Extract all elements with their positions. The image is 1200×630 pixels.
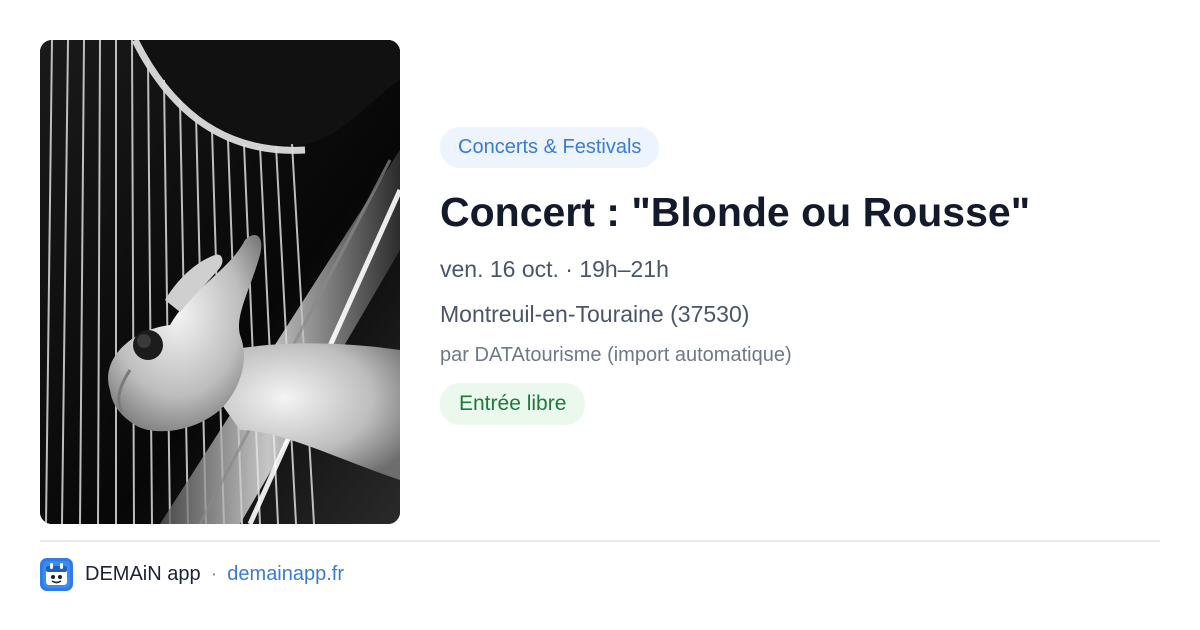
event-title: Concert : "Blonde ou Rousse" bbox=[440, 189, 1031, 235]
app-website-link[interactable]: demainapp.fr bbox=[227, 563, 344, 586]
footer: DEMAiN app · demainapp.fr bbox=[40, 558, 344, 591]
event-photo bbox=[40, 40, 400, 524]
footer-separator: · bbox=[210, 563, 218, 585]
category-badge[interactable]: Concerts & Festivals bbox=[440, 127, 660, 168]
event-datetime: ven. 16 oct. · 19h–21h bbox=[440, 256, 669, 282]
demain-app-logo-icon[interactable] bbox=[40, 558, 73, 591]
divider bbox=[40, 540, 1160, 542]
price-badge: Entrée libre bbox=[440, 383, 586, 425]
event-location: Montreuil-en-Touraine (37530) bbox=[440, 301, 750, 327]
event-source: par DATAtourisme (import automatique) bbox=[440, 344, 792, 366]
app-name: DEMAiN app bbox=[85, 563, 201, 585]
event-info: Concerts & Festivals Concert : "Blonde o… bbox=[440, 127, 1160, 425]
harp-photo bbox=[40, 40, 400, 524]
